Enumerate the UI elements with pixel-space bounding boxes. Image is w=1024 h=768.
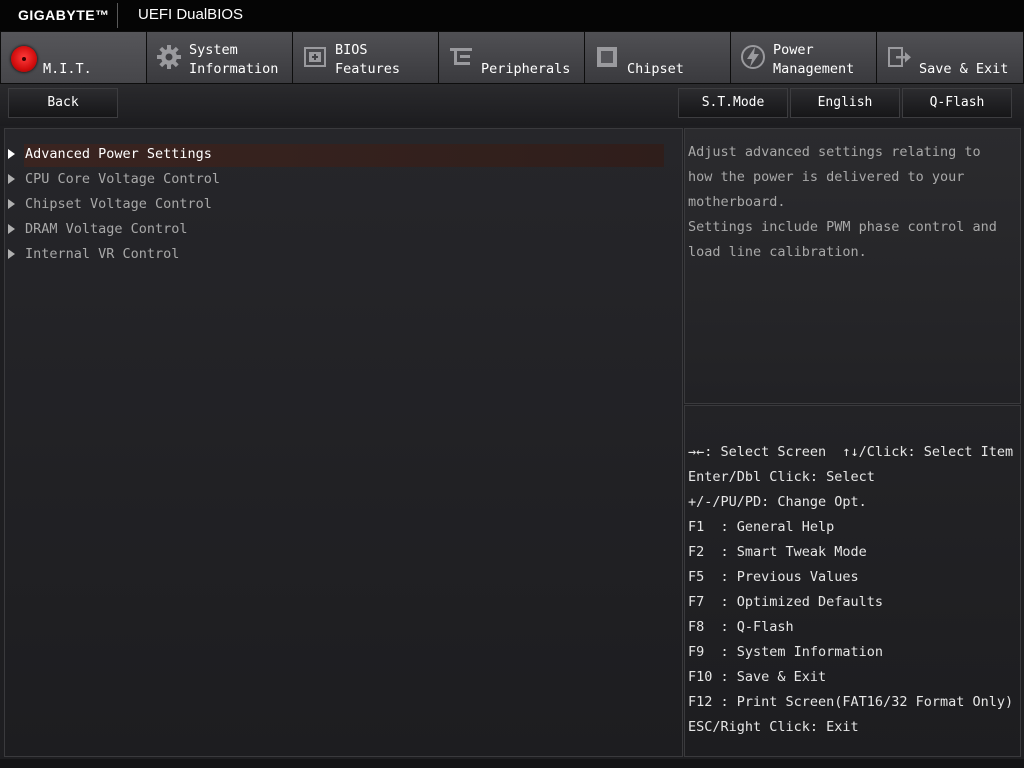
top-bar: GIGABYTE™ UEFI DualBIOS: [0, 0, 1024, 31]
tab-mit[interactable]: M.I.T.: [1, 32, 146, 83]
tab-label: Chipset: [627, 61, 684, 77]
tab-save-exit[interactable]: Save & Exit: [877, 32, 1023, 83]
brand-logo: GIGABYTE™: [18, 7, 110, 23]
toolbar: Back S.T.Mode English Q-Flash: [0, 84, 1024, 126]
key-help-line: F12 : Print Screen(FAT16/32 Format Only): [688, 694, 1014, 710]
back-button[interactable]: Back: [8, 88, 118, 118]
gear-icon: [155, 43, 183, 71]
key-help-panel: →←: Select Screen ↑↓/Click: Select Item …: [684, 405, 1021, 757]
qflash-button[interactable]: Q-Flash: [902, 88, 1012, 118]
key-help-line: Enter/Dbl Click: Select: [688, 469, 875, 485]
main-tabs: M.I.T. System Information BIOS Features …: [0, 31, 1024, 84]
chipset-icon: [593, 43, 621, 71]
tab-label: Save & Exit: [919, 61, 1009, 77]
tab-power-management[interactable]: Power Management: [731, 32, 876, 83]
help-text-line: Adjust advanced settings relating to: [688, 144, 981, 160]
submenu-arrow-icon: [8, 174, 15, 184]
menu-item-dram-voltage-control[interactable]: DRAM Voltage Control: [5, 219, 665, 243]
peripherals-icon: [447, 43, 475, 71]
bios-chip-icon: [301, 43, 329, 71]
submenu-arrow-icon: [8, 249, 15, 259]
product-title: UEFI DualBIOS: [138, 6, 244, 23]
tab-chipset[interactable]: Chipset: [585, 32, 730, 83]
key-help-line: F9 : System Information: [688, 644, 884, 660]
key-help-line: F1 : General Help: [688, 519, 835, 535]
tab-label: Power Management: [773, 42, 855, 77]
key-help-line: F5 : Previous Values: [688, 569, 859, 585]
help-description-panel: Adjust advanced settings relating to how…: [684, 128, 1021, 404]
menu-item-advanced-power-settings[interactable]: Advanced Power Settings: [5, 144, 665, 168]
exit-icon: [885, 43, 913, 71]
key-help-line: F10 : Save & Exit: [688, 669, 827, 685]
menu-item-label: Chipset Voltage Control: [25, 196, 212, 212]
help-text-line: how the power is delivered to your: [688, 169, 965, 185]
help-text-line: load line calibration.: [688, 244, 867, 260]
help-text-line: motherboard.: [688, 194, 786, 210]
header-divider: [117, 3, 118, 28]
menu-item-label: DRAM Voltage Control: [25, 221, 188, 237]
menu-item-chipset-voltage-control[interactable]: Chipset Voltage Control: [5, 194, 665, 218]
mit-icon: [11, 46, 37, 72]
lightning-icon: [739, 43, 767, 71]
settings-menu: Advanced Power Settings CPU Core Voltage…: [4, 128, 683, 757]
menu-item-label: Internal VR Control: [25, 246, 180, 262]
tab-label: BIOS Features: [335, 42, 401, 77]
st-mode-button[interactable]: S.T.Mode: [678, 88, 788, 118]
key-help-line: F8 : Q-Flash: [688, 619, 794, 635]
key-help-line: +/-/PU/PD: Change Opt.: [688, 494, 867, 510]
menu-item-label: CPU Core Voltage Control: [25, 171, 221, 187]
submenu-arrow-icon: [8, 149, 15, 159]
help-text-line: Settings include PWM phase control and: [688, 219, 997, 235]
language-button[interactable]: English: [790, 88, 900, 118]
key-help-line: F2 : Smart Tweak Mode: [688, 544, 867, 560]
menu-item-label: Advanced Power Settings: [25, 146, 212, 162]
key-help-line: ESC/Right Click: Exit: [688, 719, 859, 735]
menu-item-cpu-core-voltage-control[interactable]: CPU Core Voltage Control: [5, 169, 665, 193]
tab-system-information[interactable]: System Information: [147, 32, 292, 83]
key-help-line: →←: Select Screen ↑↓/Click: Select Item: [688, 444, 1014, 460]
tab-label: M.I.T.: [43, 61, 92, 77]
tab-label: System Information: [189, 42, 279, 77]
key-help-line: F7 : Optimized Defaults: [688, 594, 884, 610]
submenu-arrow-icon: [8, 199, 15, 209]
tab-label: Peripherals: [481, 61, 571, 77]
menu-item-internal-vr-control[interactable]: Internal VR Control: [5, 244, 665, 268]
bottom-bar: [0, 759, 1024, 768]
submenu-arrow-icon: [8, 224, 15, 234]
tab-peripherals[interactable]: Peripherals: [439, 32, 584, 83]
tab-bios-features[interactable]: BIOS Features: [293, 32, 438, 83]
